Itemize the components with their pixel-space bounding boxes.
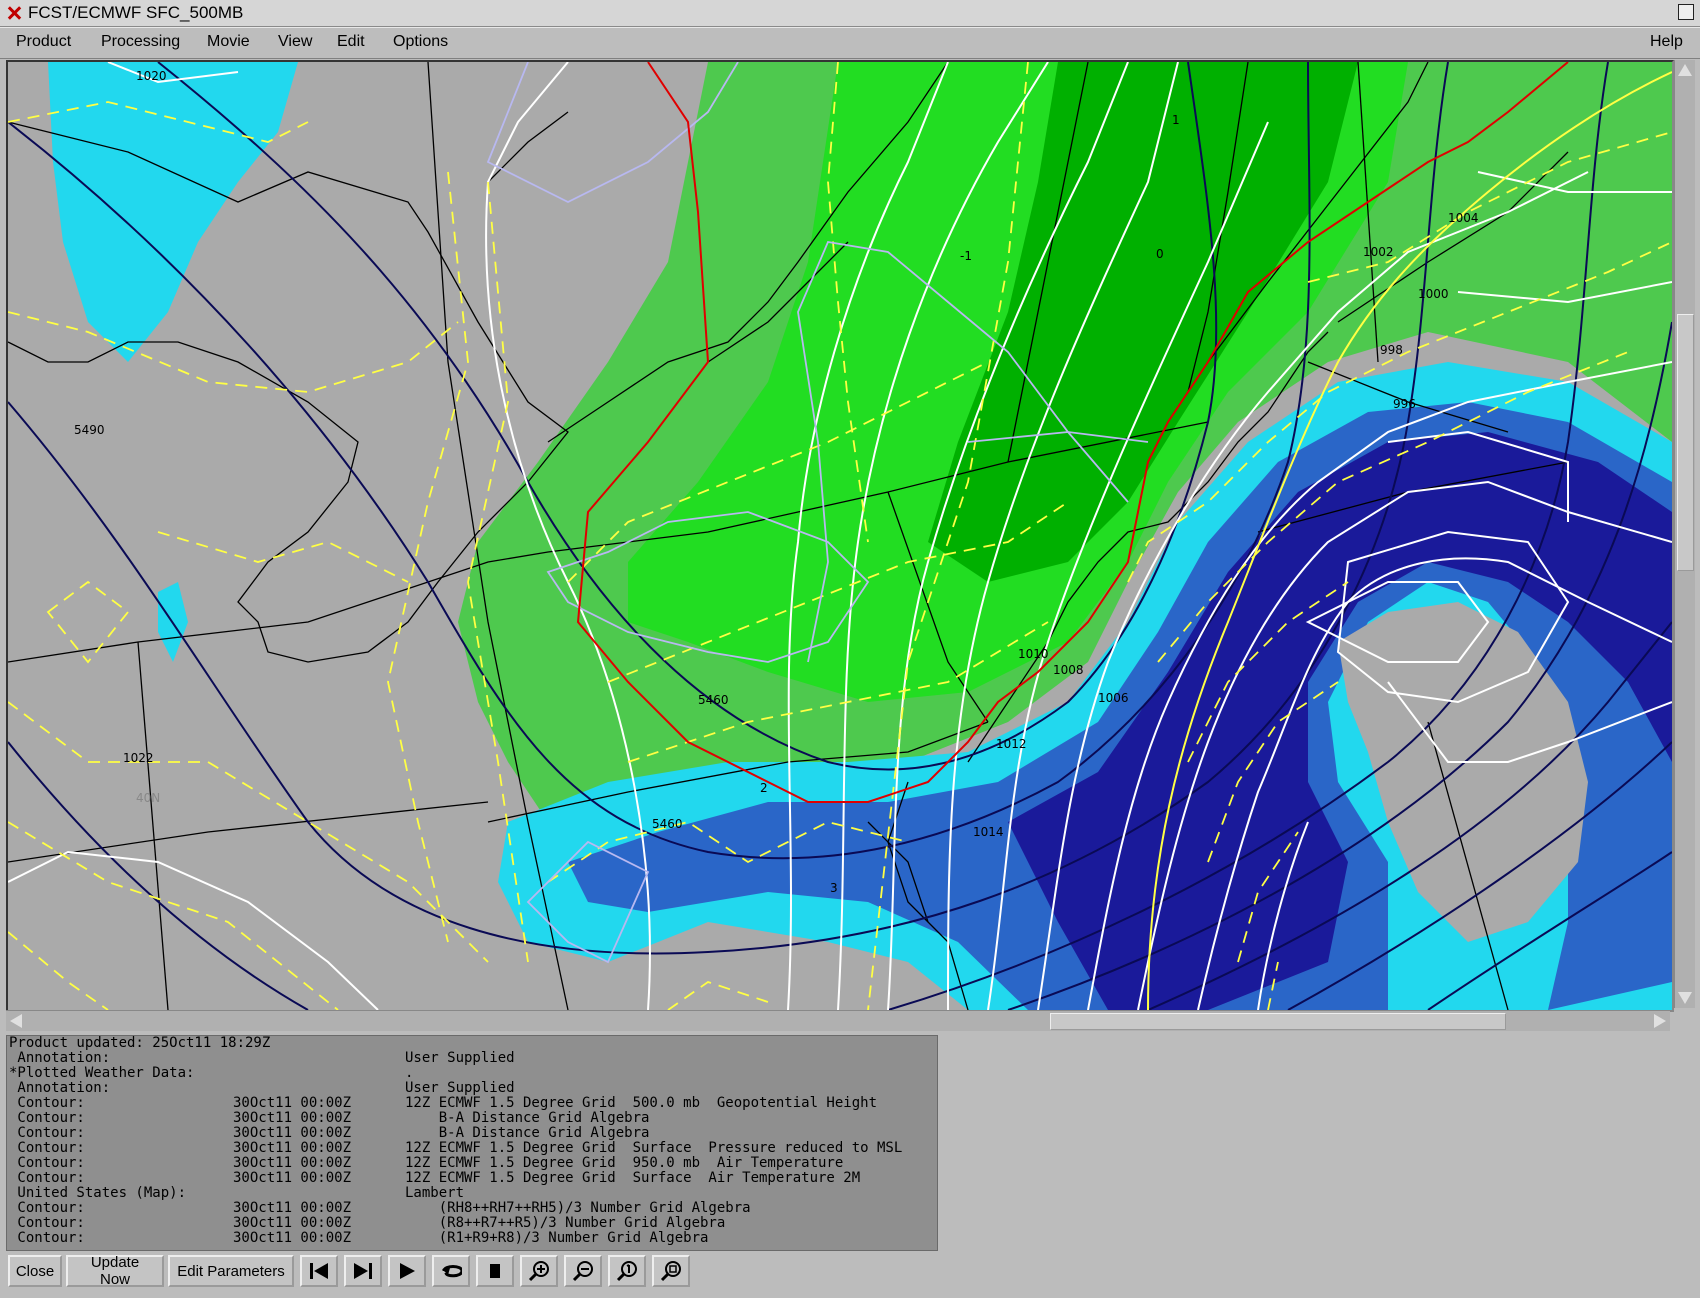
info-row: Contour: 30Oct11 00:00Z B-A Distance Grid… (9, 1110, 650, 1126)
pressure-label-1004: 1004 (1448, 211, 1479, 225)
vertical-scrollbar[interactable] (1674, 60, 1695, 1008)
skip-to-end-icon (354, 1263, 372, 1279)
menu-movie[interactable]: Movie (207, 33, 250, 51)
info-row: Annotation: User Supplied (9, 1080, 515, 1096)
info-row: *Plotted Weather Data:. (9, 1065, 414, 1081)
maximize-button[interactable] (1678, 4, 1694, 20)
temp-label-3: 3 (830, 881, 838, 895)
map-view[interactable]: 1020 1022 1004 1002 1000 998 996 1010 10… (6, 60, 1674, 1012)
scroll-down-icon[interactable] (1678, 992, 1692, 1004)
info-row: Contour: 30Oct11 00:00Z 12Z ECMWF 1.5 Degr… (9, 1155, 844, 1171)
window-title: FCST/ECMWF SFC_500MB (28, 3, 244, 22)
temp-label-1: 1 (1172, 113, 1180, 127)
close-window-icon[interactable] (6, 5, 22, 21)
temp-label-2: 2 (760, 781, 768, 795)
info-row: Contour: 30Oct11 00:00Z 12Z ECMWF 1.5 Degr… (9, 1170, 861, 1186)
height-label-5460-upper: 5460 (698, 693, 729, 707)
height-label-5490: 5490 (74, 423, 105, 437)
edit-parameters-button[interactable]: Edit Parameters (168, 1255, 294, 1287)
temp-label-minus1: -1 (960, 249, 972, 263)
title-bar: FCST/ECMWF SFC_500MB (0, 0, 1700, 27)
scroll-right-icon[interactable] (1654, 1014, 1666, 1028)
zoom-out-button[interactable] (564, 1255, 602, 1287)
weather-map[interactable]: 1020 1022 1004 1002 1000 998 996 1010 10… (8, 62, 1672, 1010)
vertical-scroll-thumb[interactable] (1677, 314, 1694, 571)
info-row: Contour: 30Oct11 00:00Z (R8++R7++R5)/3 Nu… (9, 1215, 726, 1231)
menu-help[interactable]: Help (1650, 33, 1683, 51)
skip-to-start-icon (310, 1263, 328, 1279)
loop-icon (442, 1265, 462, 1278)
zoom-area-button[interactable] (652, 1255, 690, 1287)
close-button[interactable]: Close (8, 1255, 62, 1287)
pressure-label-998: 998 (1380, 343, 1403, 357)
horizontal-scroll-thumb[interactable] (1050, 1013, 1506, 1030)
play-icon (400, 1263, 415, 1279)
info-row: United States (Map): Lambert (9, 1185, 465, 1201)
menu-options[interactable]: Options (393, 33, 448, 51)
horizontal-scrollbar[interactable] (6, 1010, 1670, 1031)
menu-edit[interactable]: Edit (337, 33, 365, 51)
pressure-label-1020: 1020 (136, 69, 167, 83)
menu-processing[interactable]: Processing (101, 33, 180, 51)
stop-button[interactable] (476, 1255, 514, 1287)
zoom-out-icon (572, 1261, 593, 1282)
pressure-label-1014: 1014 (973, 825, 1004, 839)
latitude-label-40n: 40N (136, 791, 160, 805)
last-frame-button[interactable] (344, 1255, 382, 1287)
menu-product[interactable]: Product (16, 33, 71, 51)
pressure-label-1000: 1000 (1418, 287, 1449, 301)
info-row: Contour: 30Oct11 00:00Z 12Z ECMWF 1.5 Degr… (9, 1095, 878, 1111)
info-row: Annotation: User Supplied (9, 1050, 515, 1066)
stop-icon (490, 1264, 500, 1278)
pressure-label-1022: 1022 (123, 751, 154, 765)
pressure-label-1008: 1008 (1053, 663, 1084, 677)
pressure-label-996: 996 (1393, 397, 1416, 411)
info-row: Contour: 30Oct11 00:00Z B-A Distance Grid… (9, 1125, 650, 1141)
bottom-toolbar: Close Update Now Edit Parameters (6, 1253, 1696, 1291)
product-info-panel: Product updated: 25Oct11 18:29Z Annotati… (6, 1035, 938, 1251)
info-row: Product updated: 25Oct11 18:29Z (9, 1035, 271, 1051)
pressure-label-1010: 1010 (1018, 647, 1049, 661)
info-row: Contour: 30Oct11 00:00Z (R1+R9+R8)/3 Numb… (9, 1230, 709, 1246)
pressure-label-1012: 1012 (996, 737, 1027, 751)
scroll-left-icon[interactable] (10, 1014, 22, 1028)
loop-button[interactable] (432, 1255, 470, 1287)
menu-bar: Product Processing Movie View Edit Optio… (0, 27, 1700, 59)
info-row: Contour: 30Oct11 00:00Z 12Z ECMWF 1.5 Degr… (9, 1140, 903, 1156)
pressure-label-1006: 1006 (1098, 691, 1129, 705)
menu-view[interactable]: View (278, 33, 312, 51)
scroll-up-icon[interactable] (1678, 64, 1692, 76)
zoom-reset-button[interactable] (608, 1255, 646, 1287)
zoom-in-icon (528, 1261, 549, 1282)
info-row: Contour: 30Oct11 00:00Z (RH8++RH7++RH5)/3… (9, 1200, 751, 1216)
temp-label-0: 0 (1156, 247, 1164, 261)
zoom-in-button[interactable] (520, 1255, 558, 1287)
height-label-5460-lower: 5460 (652, 817, 683, 831)
play-button[interactable] (388, 1255, 426, 1287)
zoom-area-icon (660, 1261, 681, 1282)
update-now-button[interactable]: Update Now (66, 1254, 164, 1288)
zoom-one-icon (616, 1261, 637, 1282)
pressure-label-1002: 1002 (1363, 245, 1394, 259)
first-frame-button[interactable] (300, 1255, 338, 1287)
